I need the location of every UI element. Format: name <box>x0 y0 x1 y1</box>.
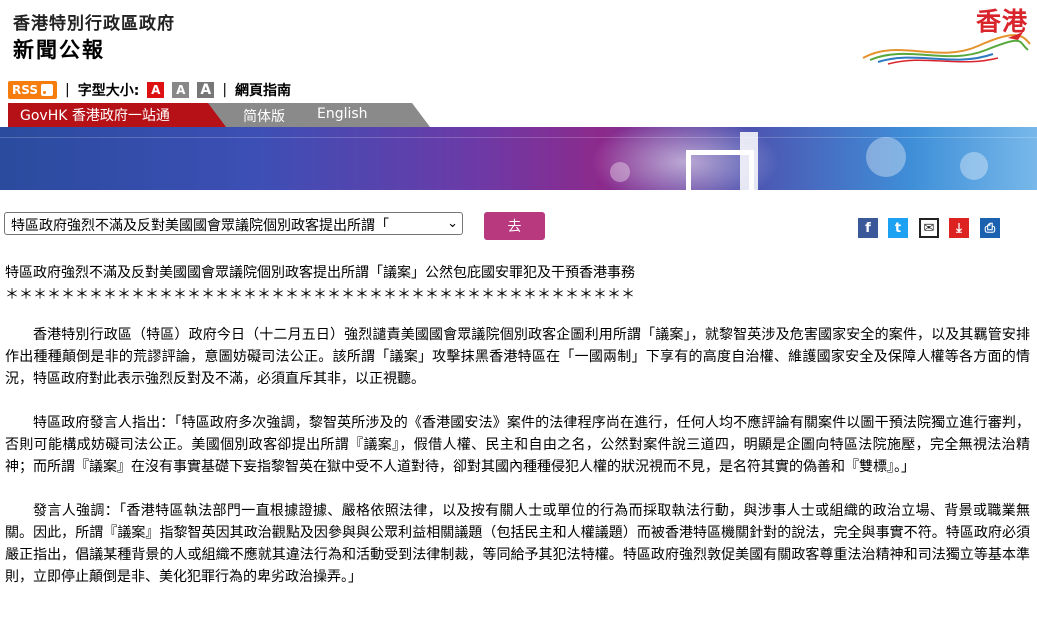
font-size-small-button[interactable]: A <box>147 82 165 98</box>
press-release-select[interactable]: 特區政府強烈不滿及反對美國國會眾議院個別政客提出所謂「 ⌄ <box>4 212 463 235</box>
facebook-icon[interactable]: f <box>858 218 878 238</box>
flying-dragon-icon <box>862 32 1031 65</box>
save-icon[interactable]: ⤓ <box>949 218 969 238</box>
chevron-down-icon: ⌄ <box>447 216 458 231</box>
select-value: 特區政府強烈不滿及反對美國國會眾議院個別政客提出所謂「 <box>11 218 389 234</box>
rss-button[interactable]: RSS <box>8 81 57 99</box>
divider: | <box>222 82 228 98</box>
utility-toolbar: RSS | 字型大小: A A A | 網頁指南 <box>8 80 291 100</box>
star-divider: ＊＊＊＊＊＊＊＊＊＊＊＊＊＊＊＊＊＊＊＊＊＊＊＊＊＊＊＊＊＊＊＊＊＊＊＊＊＊＊＊… <box>5 287 635 303</box>
rss-label: RSS <box>12 83 38 97</box>
article-body: 特區政府強烈不滿及反對美國國會眾議院個別政客提出所謂「議案」公然包庇國安罪犯及干… <box>5 262 1030 610</box>
banner-bubble <box>610 162 630 182</box>
twitter-icon[interactable]: t <box>888 218 908 238</box>
page-guide-link[interactable]: 網頁指南 <box>235 80 291 100</box>
decorative-banner <box>0 127 1037 190</box>
banner-bubble <box>960 152 988 180</box>
rss-feed-icon <box>41 84 53 96</box>
article-paragraph: 特區政府發言人指出：「特區政府多次強調，黎智英所涉及的《香港國安法》案件的法律程… <box>5 415 1030 475</box>
language-nav: GovHK 香港政府一站通 简体版 English <box>0 103 430 127</box>
banner-bubble <box>866 137 906 177</box>
go-button[interactable]: 去 <box>484 212 545 240</box>
print-icon[interactable]: ⎙ <box>980 218 1000 238</box>
font-size-label: 字型大小: <box>77 83 140 99</box>
article-paragraph: 香港特別行政區（特區）政府今日（十二月五日）強烈譴責美國國會眾議院個別政客企圖利… <box>5 327 1030 387</box>
divider: | <box>65 82 70 98</box>
font-size-medium-button[interactable]: A <box>172 82 190 98</box>
article-paragraph: 發言人強調：「香港特區執法部門一直根據證據、嚴格依照法律，以及按有關人士或單位的… <box>5 503 1030 585</box>
article-title: 特區政府強烈不滿及反對美國國會眾議院個別政客提出所謂「議案」公然包庇國安罪犯及干… <box>5 265 635 281</box>
english-link[interactable]: English <box>317 106 368 122</box>
font-size-large-button[interactable]: A <box>197 82 215 98</box>
banner-bar-shape <box>740 132 758 190</box>
site-title-line2: 新聞公報 <box>13 38 105 62</box>
mail-icon[interactable]: ✉ <box>919 218 939 238</box>
page-header: 香港特別行政區政府 新聞公報 香港 <box>0 0 1037 80</box>
site-title-line1: 香港特別行政區政府 <box>13 14 175 34</box>
govhk-link[interactable]: GovHK 香港政府一站通 <box>8 103 226 127</box>
simplified-chinese-link[interactable]: 简体版 <box>243 106 285 126</box>
